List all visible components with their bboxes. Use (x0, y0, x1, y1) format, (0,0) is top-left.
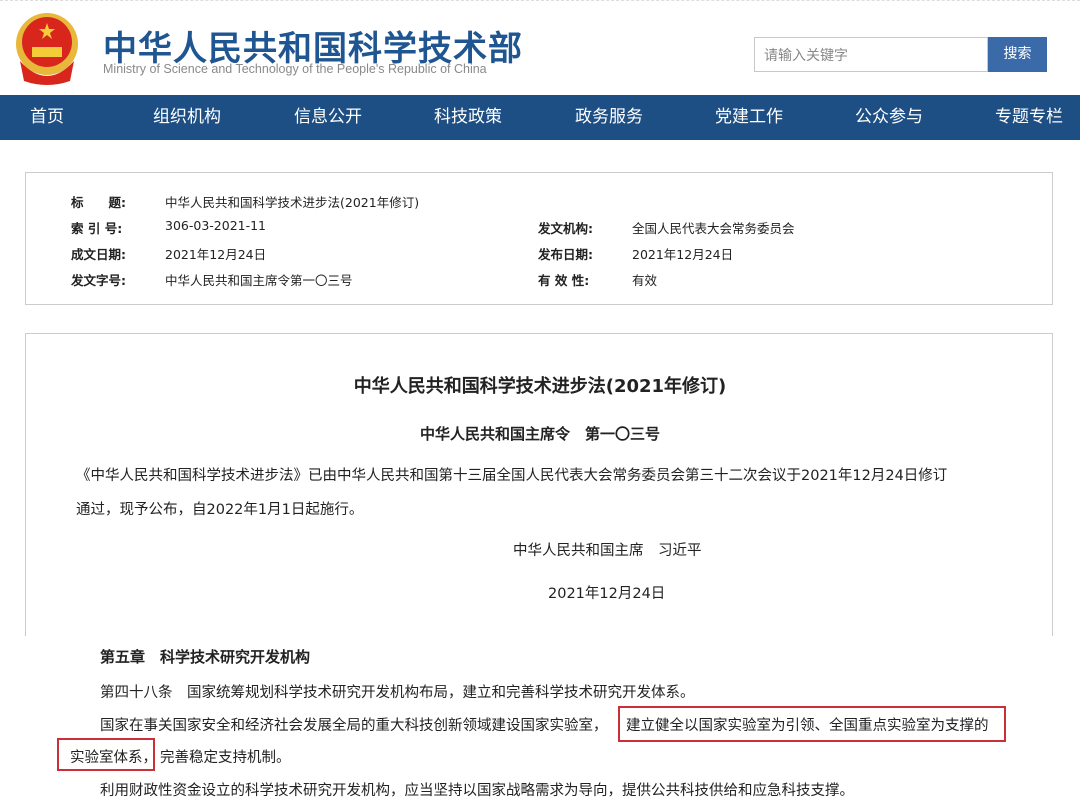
title-value: 中华人民共和国科学技术进步法(2021年修订) (165, 192, 419, 211)
chapter-heading: 第五章 科学技术研究开发机构 (100, 646, 310, 667)
signer: 中华人民共和国主席 习近平 (513, 539, 702, 560)
published-value: 2021年12月24日 (632, 244, 733, 263)
paragraph-2a: 国家在事关国家安全和经济社会发展全局的重大科技创新领域建设国家实验室， (100, 714, 608, 735)
issuer-label: 发文机构: (538, 218, 593, 237)
docno-value: 中华人民共和国主席令第一〇三号 (165, 270, 353, 289)
national-emblem-icon (12, 11, 82, 87)
docno-label: 发文字号: (71, 270, 126, 289)
issuer-value: 全国人民代表大会常务委员会 (632, 218, 795, 237)
site-header: 中华人民共和国科学技术部 Ministry of Science and Tec… (0, 0, 1080, 95)
site-subtitle: Ministry of Science and Technology of th… (103, 62, 487, 76)
article-48: 第四十八条 国家统筹规划科学技术研究开发机构布局，建立和完善科学技术研究开发体系… (100, 681, 695, 702)
index-value: 306-03-2021-11 (165, 218, 266, 233)
nav-topics[interactable]: 专题专栏 (995, 95, 1063, 140)
nav-public[interactable]: 公众参与 (855, 95, 923, 140)
document-metadata: 标 题: 中华人民共和国科学技术进步法(2021年修订) 索 引 号: 306-… (25, 172, 1053, 305)
published-label: 发布日期: (538, 244, 593, 263)
title-label: 标 题: (71, 192, 126, 211)
document-body: 中华人民共和国科学技术进步法(2021年修订) 中华人民共和国主席令 第一〇三号… (25, 333, 1053, 653)
intro-line-2: 通过，现予公布，自2022年1月1日起施行。 (76, 498, 363, 519)
index-label: 索 引 号: (71, 218, 122, 237)
nav-party[interactable]: 党建工作 (715, 95, 783, 140)
document-title: 中华人民共和国科学技术进步法(2021年修订) (26, 372, 1054, 398)
highlight-box (618, 706, 1006, 742)
intro-line-1: 《中华人民共和国科学技术进步法》已由中华人民共和国第十三届全国人民代表大会常务委… (76, 464, 947, 485)
paragraph-3: 利用财政性资金设立的科学技术研究开发机构，应当坚持以国家战略需求为导向，提供公共… (100, 779, 854, 800)
validity-label: 有 效 性: (538, 270, 589, 289)
sign-date: 2021年12月24日 (548, 582, 665, 603)
nav-services[interactable]: 政务服务 (575, 95, 643, 140)
highlight-box (57, 738, 155, 771)
nav-home[interactable]: 首页 (30, 95, 64, 140)
paragraph-2d: 完善稳定支持机制。 (160, 746, 291, 767)
search-button[interactable]: 搜索 (988, 37, 1047, 72)
written-value: 2021年12月24日 (165, 244, 266, 263)
presidential-order: 中华人民共和国主席令 第一〇三号 (26, 423, 1054, 444)
main-nav: 首页 组织机构 信息公开 科技政策 政务服务 党建工作 公众参与 专题专栏 (0, 95, 1080, 140)
nav-info-disclosure[interactable]: 信息公开 (294, 95, 362, 140)
written-label: 成文日期: (71, 244, 126, 263)
search-input[interactable]: 请输入关键字 (754, 37, 988, 72)
chapter-excerpt: 第五章 科学技术研究开发机构 第四十八条 国家统筹规划科学技术研究开发机构布局，… (0, 636, 1080, 811)
nav-organization[interactable]: 组织机构 (153, 95, 221, 140)
validity-value: 有效 (632, 270, 657, 289)
nav-policy[interactable]: 科技政策 (434, 95, 502, 140)
